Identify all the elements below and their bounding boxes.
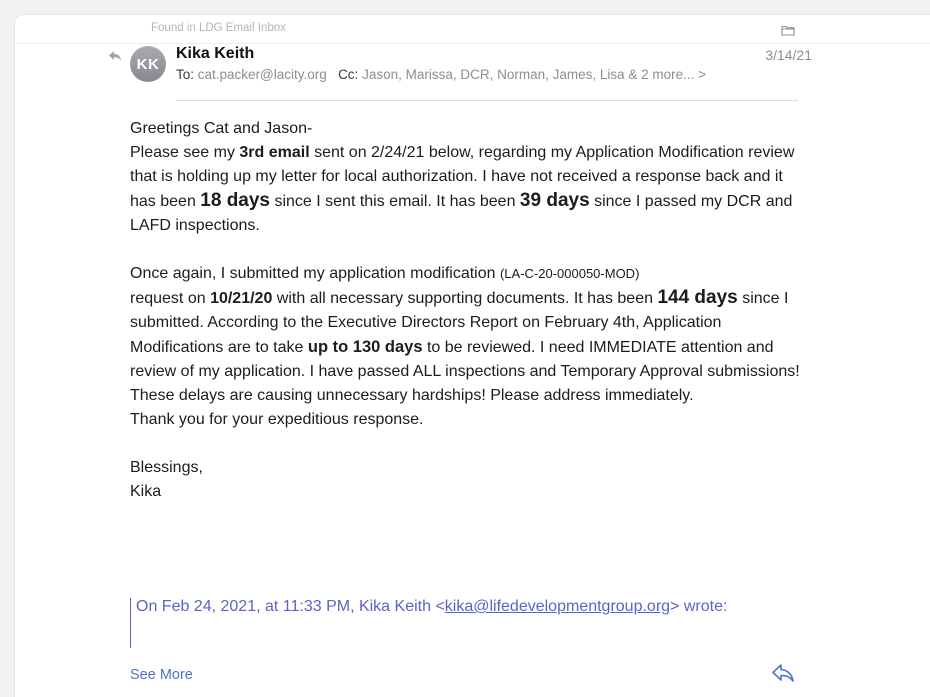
quote-suffix: > wrote: [670, 598, 728, 615]
quoted-email-link[interactable]: kika@lifedevelopmentgroup.org [445, 598, 670, 615]
to-label: To: [176, 67, 195, 82]
signoff: Blessings, [130, 459, 203, 476]
reply-arrow-icon [108, 49, 122, 67]
mailbox-bar: Found in LDG Email Inbox [15, 15, 930, 44]
thanks-line: Thank you for your expeditious response. [130, 411, 424, 428]
text-run: Please see my [130, 144, 240, 161]
avatar: KK [130, 46, 166, 82]
email-date: 3/14/21 [765, 47, 812, 63]
emphasis-run: 39 days [519, 190, 590, 211]
text-run: Once again, I submitted my application m… [130, 265, 500, 282]
reply-icon[interactable] [771, 663, 795, 688]
header-divider [176, 100, 798, 101]
signature: Kika [130, 483, 162, 500]
quote-prefix: On Feb 24, 2021, at 11:33 PM, Kika Keith… [136, 598, 445, 615]
body-paragraph-1: Please see my 3rd email sent on 2/24/21 … [130, 141, 810, 238]
application-id: (LA-C-20-000050-MOD) [499, 266, 640, 281]
greeting: Greetings Cat and Jason- [130, 120, 313, 137]
bold-run: 10/21/20 [210, 290, 273, 307]
cc-list[interactable]: Jason, Marissa, DCR, Norman, James, Lisa… [362, 67, 706, 82]
text-run: request on [130, 290, 211, 307]
recipients-line[interactable]: To: cat.packer@lacity.org Cc: Jason, Mar… [176, 67, 706, 82]
text-run: with all necessary supporting documents.… [272, 290, 658, 307]
mailbox-label: Found in LDG Email Inbox [151, 22, 286, 34]
to-address[interactable]: cat.packer@lacity.org [198, 67, 327, 82]
bold-run: 3rd email [239, 144, 310, 161]
emphasis-run: up to 130 days [307, 338, 423, 356]
folder-icon[interactable] [781, 23, 795, 41]
emphasis-run: 18 days [200, 190, 271, 211]
cc-label: Cc: [338, 67, 359, 82]
emphasis-run: 144 days [657, 287, 738, 308]
sender-name[interactable]: Kika Keith [176, 45, 254, 63]
email-body: Greetings Cat and Jason- Please see my 3… [130, 117, 810, 504]
see-more-button[interactable]: See More [130, 667, 193, 683]
quoted-message-header: On Feb 24, 2021, at 11:33 PM, Kika Keith… [130, 598, 727, 648]
body-paragraph-2: Once again, I submitted my application m… [130, 262, 810, 408]
text-run: since I sent this email. It has been [270, 193, 520, 210]
